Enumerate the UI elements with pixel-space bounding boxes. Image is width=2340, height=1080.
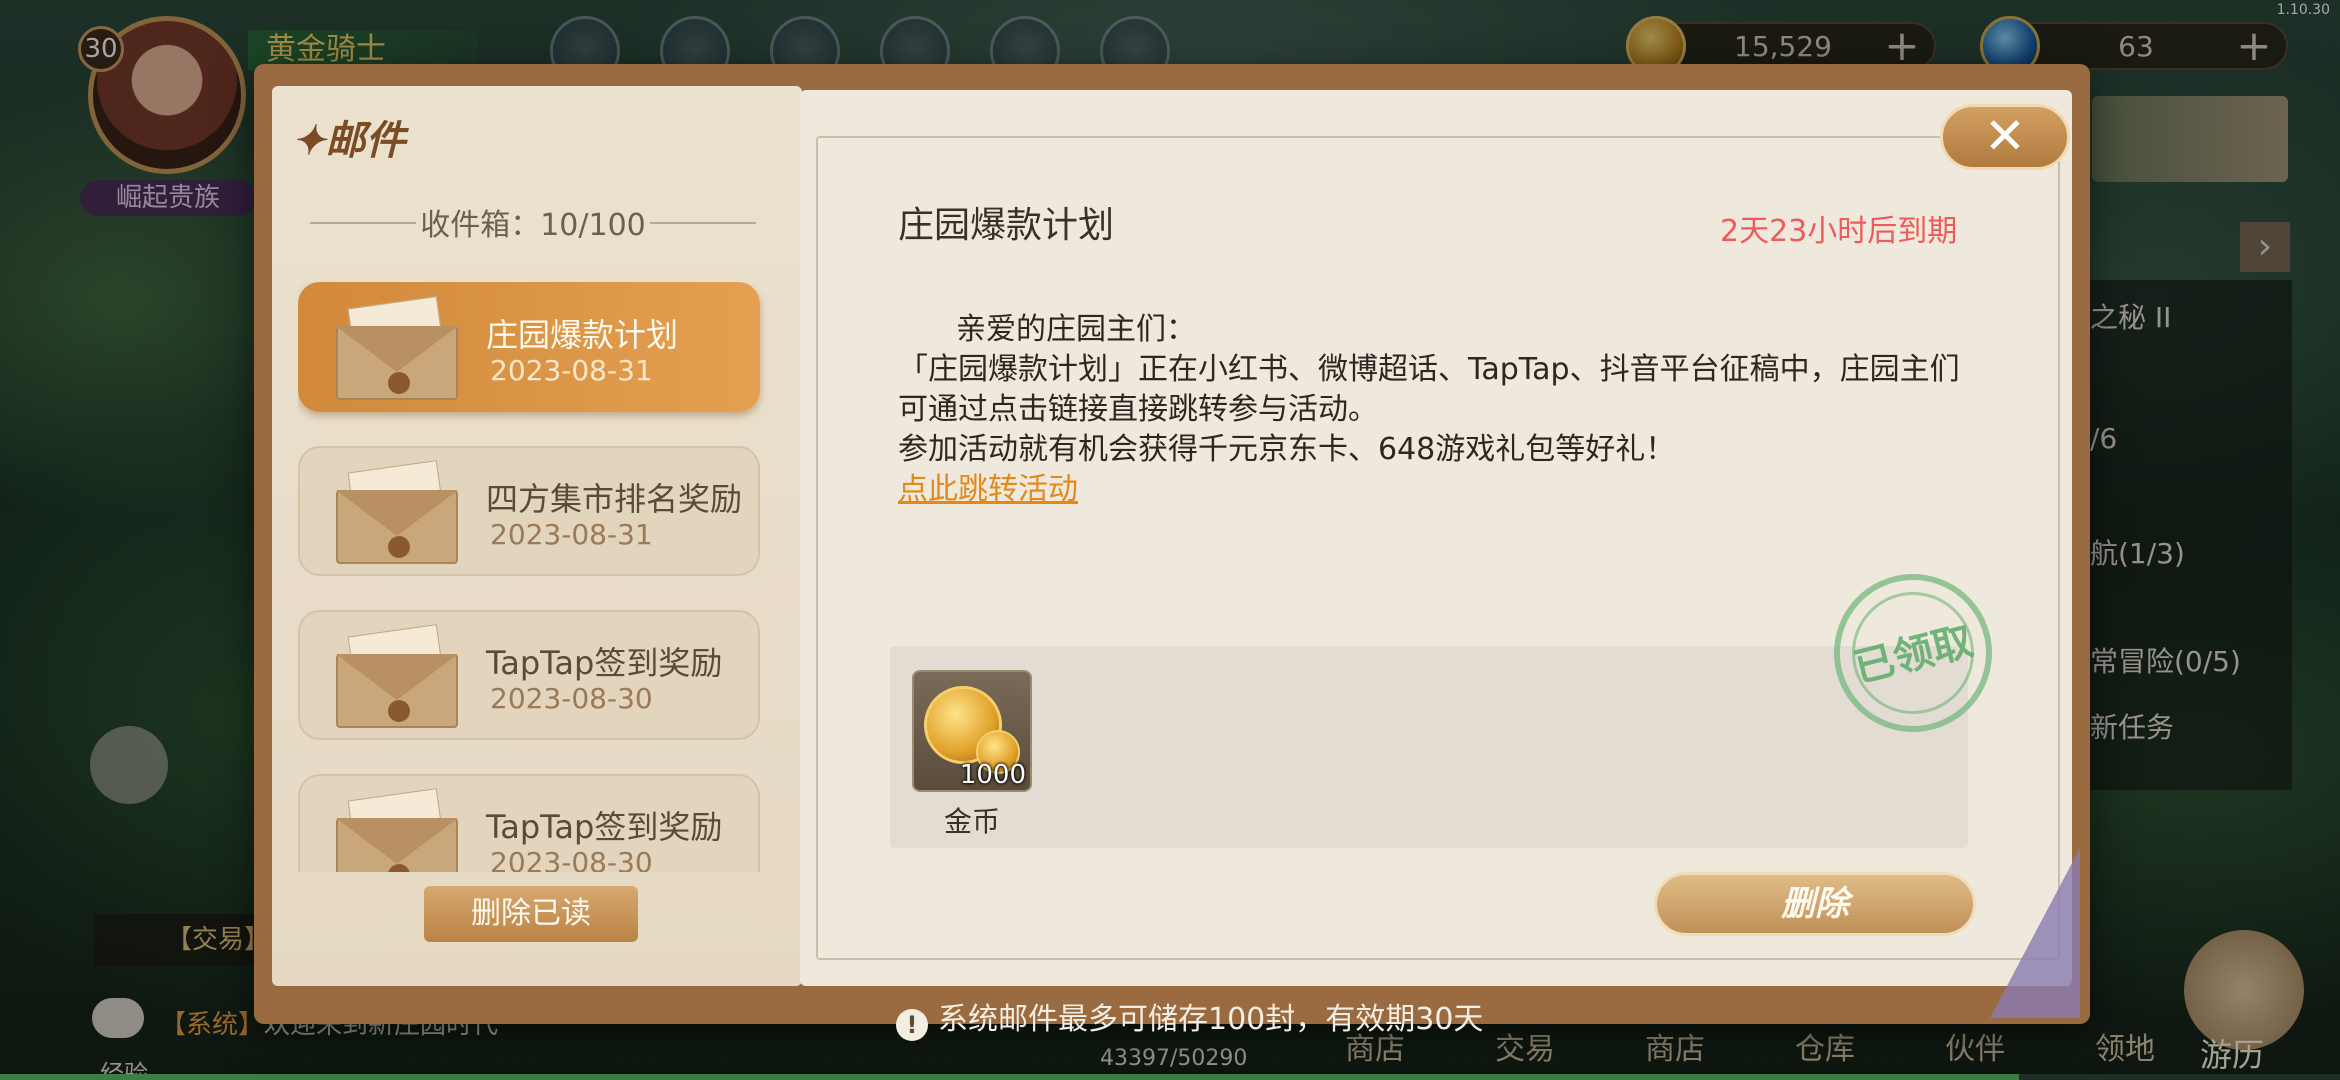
mail-item[interactable]: 庄园爆款计划 2023-08-31 [298,282,760,412]
mail-body: 亲爱的庄园主们： 「庄园爆款计划」正在小红书、微博超话、TapTap、抖音平台征… [898,310,1978,510]
mail-footer-note: ! 系统邮件最多可储存100封，有效期30天 [896,994,1483,1041]
close-icon[interactable]: ✕ [1940,104,2070,170]
reward-tray [890,646,1968,848]
envelope-icon [336,296,458,400]
reward-name: 金币 [943,805,1000,838]
envelope-icon [336,460,458,564]
envelope-icon [336,624,458,728]
mail-item-title: 四方集市排名奖励 [486,480,743,518]
mail-item-title: TapTap签到奖励 [486,644,723,682]
mail-title: 庄园爆款计划 [898,205,1115,246]
mail-item-title: TapTap签到奖励 [486,808,723,846]
delete-button[interactable]: 删除 [1654,872,1976,936]
envelope-icon [336,788,458,872]
mail-item-date: 2023-08-31 [490,354,653,387]
footer-text: 系统邮件最多可储存100封，有效期30天 [938,1002,1484,1037]
mail-item-date: 2023-08-30 [490,846,653,872]
mail-paragraph-1: 「庄园爆款计划」正在小红书、微博超话、TapTap、抖音平台征稿中，庄园主们可通… [898,352,1960,427]
activity-link[interactable]: 点此跳转活动 [898,470,1078,510]
mail-item[interactable]: 四方集市排名奖励 2023-08-31 [298,446,760,576]
mail-item[interactable]: TapTap签到奖励 2023-08-30 [298,610,760,740]
mail-paragraph-2: 参加活动就有机会获得千元京东卡、648游戏礼包等好礼！ [898,432,1676,467]
reward-quantity: 1000 [959,760,1026,790]
mail-expiry: 2天23小时后到期 [1720,214,1958,249]
inbox-count: 收件箱：10/100 [420,208,646,243]
mail-item-title: 庄园爆款计划 [486,316,679,354]
reward-item[interactable]: 1000 [912,670,1032,792]
delete-read-button[interactable]: 删除已读 [424,886,638,942]
mail-item-date: 2023-08-30 [490,682,653,715]
mail-list[interactable]: 庄园爆款计划 2023-08-31 四方集市排名奖励 2023-08-31 Ta… [298,282,768,872]
mail-item-date: 2023-08-31 [490,518,653,551]
mail-greeting: 亲爱的庄园主们： [956,312,1196,347]
mail-item[interactable]: TapTap签到奖励 2023-08-30 [298,774,760,872]
corner-ribbon [1990,848,2080,1018]
info-icon: ! [896,1009,928,1041]
mail-heading: ✦邮件 [292,117,406,164]
